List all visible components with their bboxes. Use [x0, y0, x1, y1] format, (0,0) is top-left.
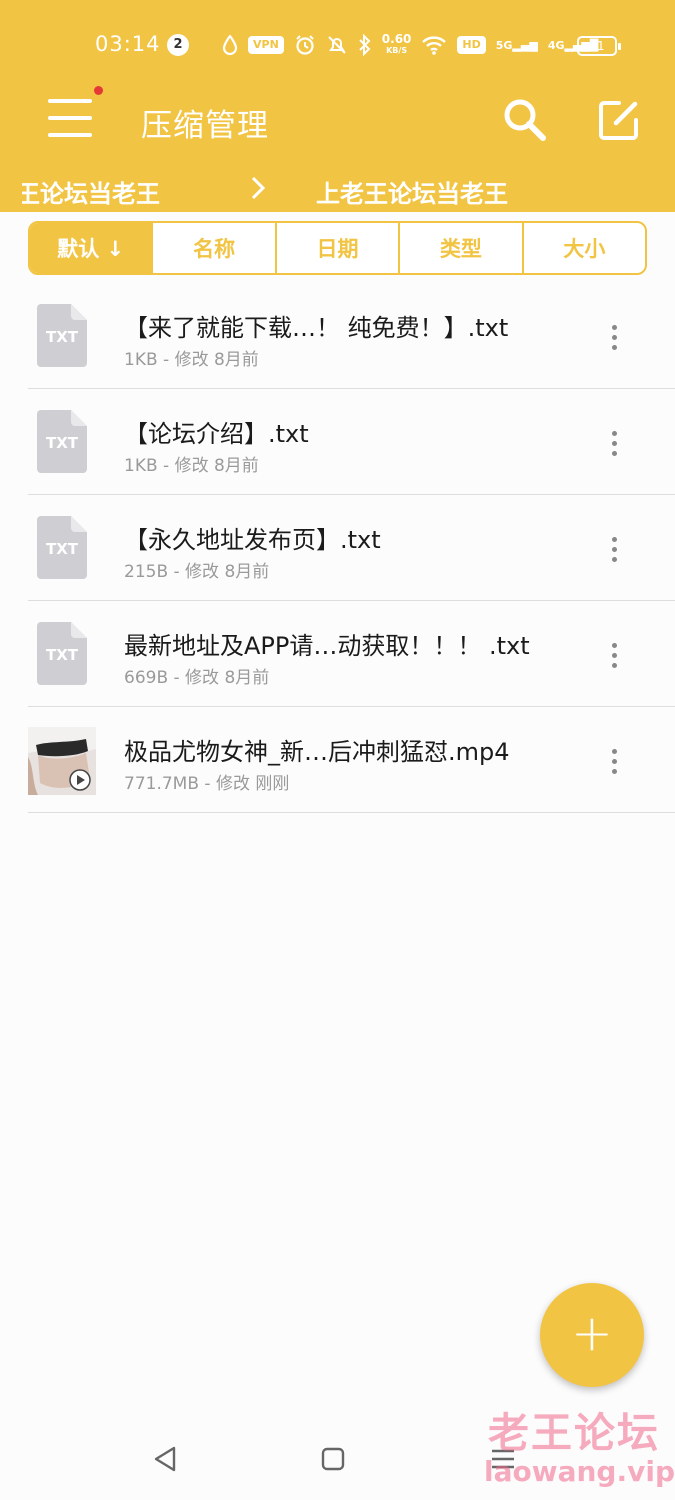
file-meta: 215B - 修改 8月前 [124, 562, 270, 582]
breadcrumb-current[interactable]: 上老王论坛当老王 [316, 174, 508, 209]
mute-icon [328, 36, 346, 54]
back-triangle-icon[interactable] [148, 1442, 182, 1476]
list-item[interactable]: TXT 【永久地址发布页】.txt 215B - 修改 8月前 [28, 495, 675, 601]
edit-icon[interactable] [597, 98, 641, 142]
file-name: 【永久地址发布页】.txt [124, 526, 381, 554]
txt-file-icon: TXT [37, 304, 87, 367]
list-item[interactable]: TXT 【论坛介绍】.txt 1KB - 修改 8月前 [28, 389, 675, 495]
svg-text:TXT: TXT [46, 434, 79, 452]
file-meta: 1KB - 修改 8月前 [124, 456, 259, 476]
sort-tab-name[interactable]: 名称 [151, 223, 274, 273]
svg-text:TXT: TXT [46, 646, 79, 664]
hamburger-menu-icon[interactable] [48, 99, 94, 139]
file-name: 【来了就能下载…！ 纯免费！】.txt [124, 314, 509, 342]
notification-count-badge: 2 [167, 34, 189, 56]
sort-tabs: 默认 ↓ 名称 日期 类型 大小 [28, 221, 647, 275]
status-time: 03:14 [95, 32, 161, 56]
svg-text:TXT: TXT [46, 328, 79, 346]
file-name: 最新地址及APP请…动获取！！！ .txt [124, 632, 530, 660]
hd-badge: HD [457, 36, 486, 54]
more-options-icon[interactable] [603, 531, 627, 567]
txt-file-icon: TXT [37, 622, 87, 685]
file-name: 极品尤物女神_新…后冲刺猛怼.mp4 [124, 738, 510, 766]
home-square-icon[interactable] [316, 1442, 350, 1476]
plus-icon: + [571, 1304, 613, 1362]
app-header: 03:14 2 VPN 0.60 KB/S HD 5G▂▄▆ 4G▂▄▆█ 21 … [0, 0, 675, 212]
bluetooth-icon [359, 34, 371, 56]
svg-text:TXT: TXT [46, 540, 79, 558]
add-button[interactable]: + [540, 1283, 644, 1387]
file-meta: 771.7MB - 修改 刚刚 [124, 774, 290, 794]
signal-5g: 5G▂▄▆ [495, 38, 538, 52]
network-speed: 0.60 KB/S [381, 32, 412, 55]
more-options-icon[interactable] [603, 319, 627, 355]
file-meta: 669B - 修改 8月前 [124, 668, 270, 688]
search-icon[interactable] [500, 96, 550, 142]
more-options-icon[interactable] [603, 425, 627, 461]
txt-file-icon: TXT [37, 516, 87, 579]
sort-tab-date[interactable]: 日期 [274, 223, 398, 273]
video-thumbnail [28, 727, 96, 795]
more-options-icon[interactable] [603, 637, 627, 673]
list-item[interactable]: TXT 最新地址及APP请…动获取！！！ .txt 669B - 修改 8月前 [28, 601, 675, 707]
file-meta: 1KB - 修改 8月前 [124, 350, 259, 370]
menu-notification-dot [94, 86, 103, 95]
more-options-icon[interactable] [603, 743, 627, 779]
watermark-title: 老王论坛 [488, 1409, 660, 1457]
vpn-badge: VPN [248, 36, 284, 54]
watermark-url: laowang.vip [484, 1455, 675, 1488]
wifi-icon [422, 36, 447, 55]
sort-tab-size[interactable]: 大小 [521, 223, 645, 273]
sort-tab-type[interactable]: 类型 [398, 223, 521, 273]
sort-tab-default[interactable]: 默认 ↓ [30, 223, 152, 273]
battery-indicator: 21 [577, 36, 621, 56]
drop-icon [222, 35, 238, 55]
chevron-right-icon [251, 176, 266, 200]
txt-file-icon: TXT [37, 410, 87, 473]
breadcrumb-parent[interactable]: 老王论坛当老王 [22, 174, 160, 209]
status-bar: 03:14 2 VPN 0.60 KB/S HD 5G▂▄▆ 4G▂▄▆█ 21 [0, 26, 675, 64]
file-list: TXT 【来了就能下载…！ 纯免费！】.txt 1KB - 修改 8月前 TXT… [28, 283, 675, 813]
list-item[interactable]: 极品尤物女神_新…后冲刺猛怼.mp4 771.7MB - 修改 刚刚 [28, 707, 675, 813]
status-icons: VPN 0.60 KB/S HD 5G▂▄▆ 4G▂▄▆█ [222, 30, 598, 60]
file-name: 【论坛介绍】.txt [124, 420, 309, 448]
list-item[interactable]: TXT 【来了就能下载…！ 纯免费！】.txt 1KB - 修改 8月前 [28, 283, 675, 389]
breadcrumb: 老王论坛当老王 上老王论坛当老王 [0, 168, 675, 212]
watermark-logo: 老王论坛 laowang.vip [484, 1409, 675, 1488]
alarm-icon [296, 35, 314, 55]
page-title: 压缩管理 [141, 108, 269, 144]
